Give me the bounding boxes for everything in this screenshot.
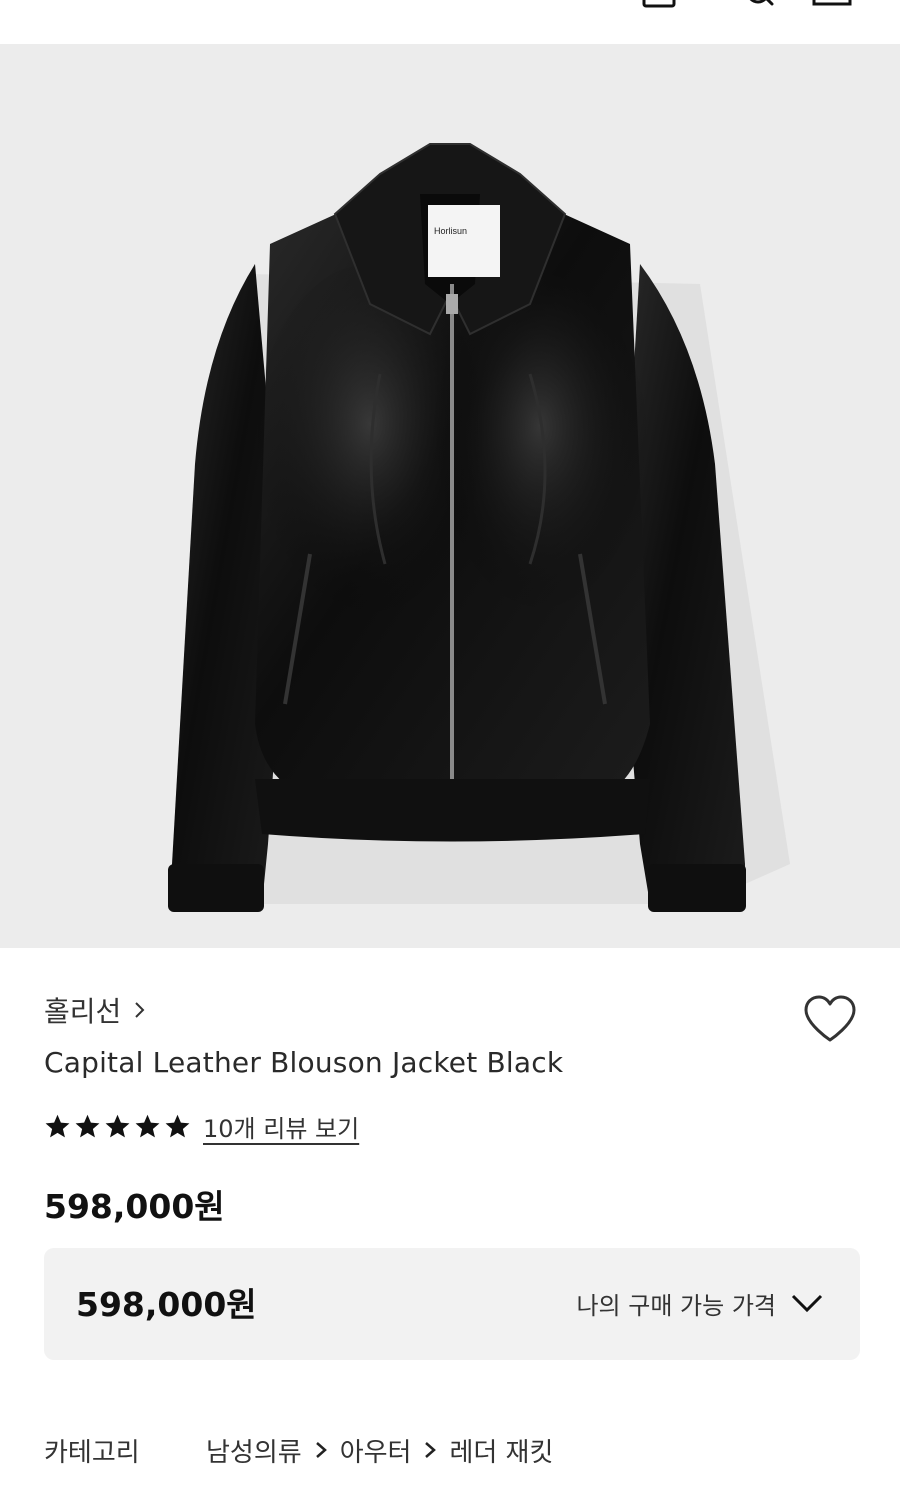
category-row: 카테고리 남성의류 아우터 레더 재킷 <box>44 1428 553 1472</box>
product-price: 598,000원 <box>44 1187 225 1226</box>
purchasable-price-label: 나의 구매 가능 가격 <box>576 1292 776 1320</box>
star-icon <box>165 1114 190 1137</box>
jacket-illustration: Horlisun <box>168 143 790 912</box>
chevron-right-icon <box>135 1002 145 1018</box>
heart-icon[interactable] <box>802 994 858 1044</box>
product-image[interactable]: Horlisun <box>0 44 900 948</box>
chevron-right-icon <box>425 1442 437 1458</box>
view-reviews-link[interactable]: 10개 리뷰 보기 <box>203 1109 359 1144</box>
star-icon <box>105 1114 130 1137</box>
star-icon <box>45 1114 70 1137</box>
rating-row: 10개 리뷰 보기 <box>44 1106 359 1146</box>
my-purchasable-price-dropdown[interactable]: 598,000원 나의 구매 가능 가격 <box>44 1248 860 1360</box>
category-title: 카테고리 <box>44 1437 140 1468</box>
star-rating <box>44 1113 191 1140</box>
back-arrow-icon[interactable] <box>48 0 88 10</box>
breadcrumb-item-outer[interactable]: 아우터 <box>340 1432 412 1469</box>
cart-icon[interactable] <box>640 0 680 10</box>
jacket-label-text: Horlisun <box>434 226 467 236</box>
brand-link[interactable]: 홀리선 <box>44 990 147 1030</box>
breadcrumb-item-leather-jacket[interactable]: 레더 재킷 <box>449 1432 553 1469</box>
star-icon <box>75 1114 100 1137</box>
star-icon <box>135 1114 160 1137</box>
purchasable-price-amount: 598,000원 <box>76 1285 257 1324</box>
menu-icon[interactable] <box>812 0 852 10</box>
top-bar <box>0 0 900 44</box>
chevron-right-icon <box>315 1442 327 1458</box>
category-breadcrumb: 남성의류 아우터 레더 재킷 <box>206 1432 553 1469</box>
product-name: Capital Leather Blouson Jacket Black <box>44 1046 564 1079</box>
brand-name: 홀리선 <box>44 995 122 1028</box>
search-icon[interactable] <box>742 0 782 10</box>
chevron-down-icon <box>791 1294 823 1313</box>
breadcrumb-item-mens-clothing[interactable]: 남성의류 <box>206 1432 302 1469</box>
